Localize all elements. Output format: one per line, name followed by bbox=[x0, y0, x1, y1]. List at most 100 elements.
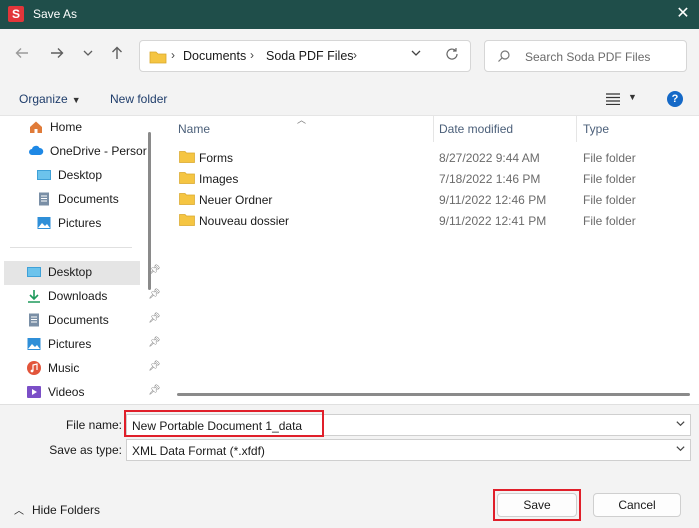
desktop-icon bbox=[37, 170, 51, 180]
search-placeholder: Search Soda PDF Files bbox=[525, 50, 651, 64]
file-name: Images bbox=[199, 172, 239, 186]
column-divider[interactable] bbox=[576, 116, 577, 142]
sidebar-item-label: Home bbox=[50, 120, 83, 134]
recent-locations-button[interactable] bbox=[78, 45, 98, 65]
breadcrumb-documents[interactable]: Documents bbox=[183, 49, 246, 63]
sidebar-item-label: Documents bbox=[58, 192, 119, 206]
pin-icon[interactable]: 📌︎ bbox=[148, 289, 161, 300]
nav-divider bbox=[10, 247, 132, 248]
navigation-bar: › Documents › Soda PDF Files › Search So… bbox=[0, 29, 699, 83]
file-list-horizontal-scrollbar[interactable] bbox=[177, 393, 690, 396]
chevron-down-icon bbox=[676, 421, 685, 427]
quick-access-desktop[interactable]: Desktop 📌︎ bbox=[26, 261, 161, 283]
quick-access-music[interactable]: Music 📌︎ bbox=[26, 357, 161, 379]
sidebar-item-label: Pictures bbox=[58, 216, 102, 230]
folder-icon bbox=[179, 151, 195, 163]
cancel-button[interactable]: Cancel bbox=[593, 493, 681, 517]
file-row-forms[interactable]: Forms 8/27/2022 9:44 AM File folder bbox=[165, 147, 699, 168]
sidebar-item-home[interactable]: Home bbox=[28, 116, 148, 138]
address-dropdown-button[interactable] bbox=[410, 47, 422, 62]
address-bar[interactable]: › Documents › Soda PDF Files › bbox=[139, 40, 471, 72]
file-date: 9/11/2022 12:46 PM bbox=[439, 193, 547, 207]
save-button-highlight-box bbox=[493, 489, 581, 521]
sidebar-item-label: Pictures bbox=[48, 337, 92, 351]
picture-icon bbox=[27, 338, 41, 350]
organize-button[interactable]: Organize ▼ bbox=[19, 92, 81, 106]
breadcrumb-separator: › bbox=[250, 48, 254, 62]
pin-icon[interactable]: 📌︎ bbox=[148, 385, 161, 396]
sidebar-item-label: Music bbox=[48, 361, 80, 375]
file-date: 9/11/2022 12:41 PM bbox=[439, 214, 547, 228]
breadcrumb-separator: › bbox=[171, 48, 175, 62]
save-form: File name: New Portable Document 1_data … bbox=[0, 404, 699, 528]
file-row-neuer-ordner[interactable]: Neuer Ordner 9/11/2022 12:46 PM File fol… bbox=[165, 189, 699, 210]
hide-folders-button[interactable]: ︿ Hide Folders bbox=[14, 502, 100, 517]
file-name-highlight-box bbox=[124, 410, 324, 437]
sidebar-item-label: Desktop bbox=[58, 168, 103, 182]
file-name: Nouveau dossier bbox=[199, 214, 290, 228]
pin-icon[interactable]: 📌︎ bbox=[148, 337, 161, 348]
new-folder-button[interactable]: New folder bbox=[110, 92, 167, 106]
breadcrumb-separator: › bbox=[353, 48, 357, 62]
column-header-type[interactable]: Type bbox=[583, 122, 609, 136]
sidebar-item-pictures[interactable]: Pictures bbox=[36, 212, 146, 234]
chevron-up-icon: ︿ bbox=[14, 506, 24, 517]
sidebar-item-onedrive[interactable]: OneDrive - Persor bbox=[28, 140, 148, 162]
save-as-type-select[interactable]: XML Data Format (*.xfdf) bbox=[126, 439, 691, 461]
folder-icon bbox=[179, 172, 195, 184]
search-box[interactable]: Search Soda PDF Files bbox=[484, 40, 687, 72]
pin-icon[interactable]: 📌︎ bbox=[148, 361, 161, 372]
folder-icon bbox=[179, 193, 195, 205]
chevron-down-icon bbox=[676, 446, 685, 452]
save-as-type-label: Save as type: bbox=[49, 443, 122, 457]
quick-access-downloads[interactable]: Downloads 📌︎ bbox=[26, 285, 161, 307]
quick-access-videos[interactable]: Videos 📌︎ bbox=[26, 381, 161, 403]
desktop-icon bbox=[27, 267, 41, 277]
file-name: Forms bbox=[199, 151, 233, 165]
close-button[interactable]: ✕ bbox=[672, 4, 694, 24]
breadcrumb-soda-pdf-files[interactable]: Soda PDF Files bbox=[266, 49, 354, 63]
file-name: Neuer Ordner bbox=[199, 193, 273, 207]
back-button[interactable] bbox=[12, 45, 32, 65]
home-icon bbox=[30, 121, 42, 133]
sidebar-item-desktop[interactable]: Desktop bbox=[36, 164, 146, 186]
column-header-name[interactable]: Name bbox=[178, 122, 210, 136]
arrow-up-icon bbox=[112, 46, 122, 59]
picture-icon bbox=[37, 217, 51, 229]
file-date: 7/18/2022 1:46 PM bbox=[439, 172, 541, 186]
document-icon bbox=[39, 192, 49, 206]
pin-icon[interactable]: 📌︎ bbox=[148, 313, 161, 324]
folder-icon bbox=[179, 214, 195, 226]
quick-access-documents[interactable]: Documents 📌︎ bbox=[26, 309, 161, 331]
file-list-pane: ︿ Name Date modified Type Forms 8/27/202… bbox=[165, 115, 699, 405]
download-icon bbox=[28, 290, 40, 303]
sidebar-item-label: Documents bbox=[48, 313, 109, 327]
view-options-icon[interactable] bbox=[606, 93, 620, 105]
refresh-icon bbox=[446, 48, 458, 60]
view-caret-icon[interactable]: ▼ bbox=[628, 92, 637, 102]
file-type: File folder bbox=[583, 151, 636, 165]
video-icon bbox=[27, 386, 41, 398]
file-type: File folder bbox=[583, 193, 636, 207]
up-button[interactable] bbox=[107, 45, 127, 65]
help-icon[interactable]: ? bbox=[667, 91, 683, 107]
window-title: Save As bbox=[33, 7, 78, 21]
save-as-type-dropdown[interactable] bbox=[675, 443, 686, 457]
refresh-button[interactable] bbox=[445, 47, 459, 65]
dialog-body: Home OneDrive - Persor Desktop Documents… bbox=[0, 115, 699, 405]
column-header-date-modified[interactable]: Date modified bbox=[439, 122, 513, 136]
file-row-nouveau-dossier[interactable]: Nouveau dossier 9/11/2022 12:41 PM File … bbox=[165, 210, 699, 231]
arrow-right-icon bbox=[51, 48, 64, 58]
file-name-dropdown[interactable] bbox=[675, 418, 686, 432]
nav-pane-scrollbar[interactable] bbox=[148, 132, 151, 290]
forward-button[interactable] bbox=[47, 45, 67, 65]
quick-access-pictures[interactable]: Pictures 📌︎ bbox=[26, 333, 161, 355]
sort-ascending-icon: ︿ bbox=[297, 115, 307, 125]
navigation-pane: Home OneDrive - Persor Desktop Documents… bbox=[0, 116, 161, 405]
folder-icon bbox=[149, 51, 167, 64]
sidebar-item-label: Downloads bbox=[48, 289, 108, 303]
save-as-type-value: XML Data Format (*.xfdf) bbox=[132, 444, 265, 458]
sidebar-item-documents[interactable]: Documents bbox=[36, 188, 146, 210]
file-row-images[interactable]: Images 7/18/2022 1:46 PM File folder bbox=[165, 168, 699, 189]
column-divider[interactable] bbox=[433, 116, 434, 142]
